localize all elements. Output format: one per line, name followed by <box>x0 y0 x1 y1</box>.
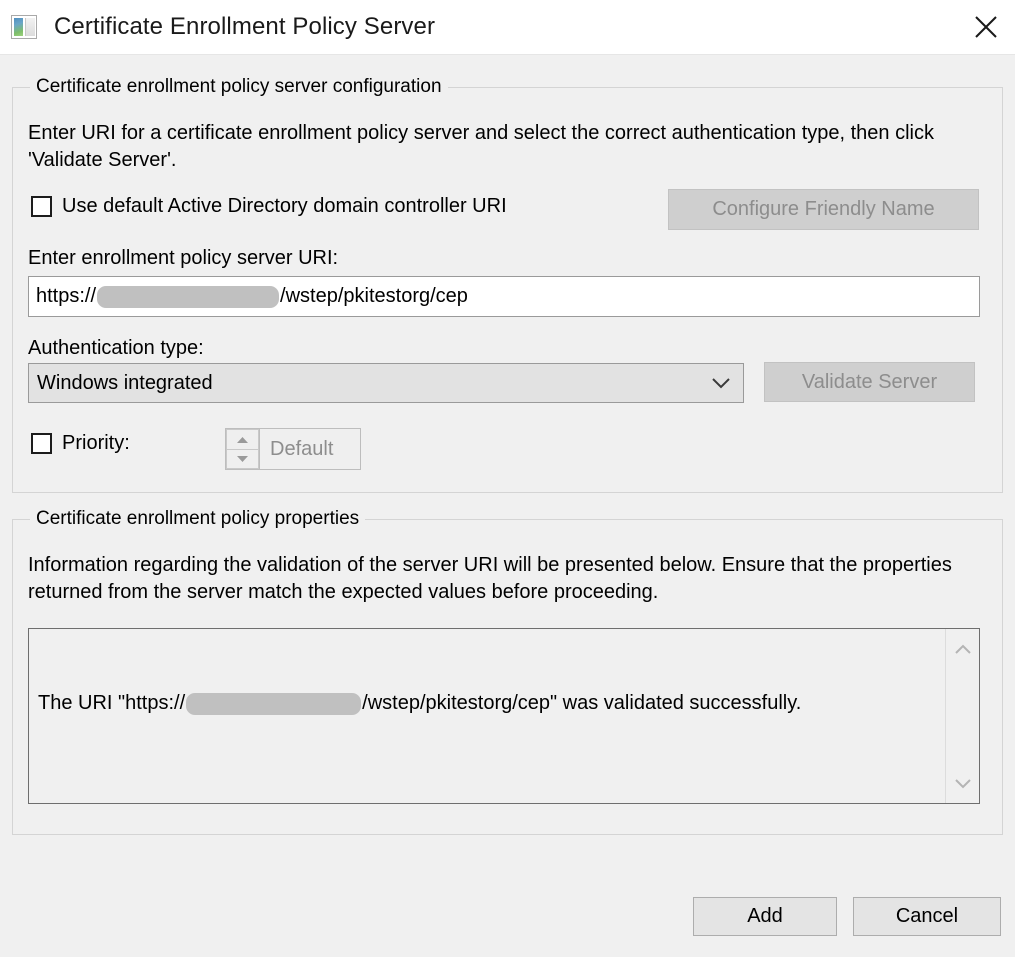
properties-instructions: Information regarding the validation of … <box>28 554 952 603</box>
validation-result-suffix: /wstep/pkitestorg/cep" was validated suc… <box>362 692 802 714</box>
configure-friendly-name-button[interactable]: Configure Friendly Name <box>668 189 979 230</box>
validation-redaction-block <box>186 692 362 715</box>
add-button[interactable]: Add <box>693 897 837 936</box>
uri-suffix: /wstep/pkitestorg/cep <box>280 285 468 307</box>
window-title: Certificate Enrollment Policy Server <box>54 13 436 40</box>
priority-value: Default <box>270 437 334 460</box>
properties-output-text: The URI "https:// /wstep/pkitestorg/cep" … <box>29 629 945 803</box>
use-default-ad-uri-checkbox[interactable]: Use default Active Directory domain cont… <box>31 195 507 217</box>
cancel-button[interactable]: Cancel <box>853 897 1001 936</box>
config-groupbox-legend: Certificate enrollment policy server con… <box>30 77 448 97</box>
stepper-down-icon[interactable] <box>226 449 259 469</box>
authentication-type-value: Windows integrated <box>37 371 213 394</box>
scroll-down-icon[interactable] <box>951 771 975 795</box>
properties-groupbox-legend: Certificate enrollment policy properties <box>30 509 366 529</box>
stepper-up-icon[interactable] <box>226 429 259 449</box>
checkbox-box-icon[interactable] <box>31 195 52 217</box>
use-default-ad-uri-label: Use default Active Directory domain cont… <box>62 195 507 217</box>
chevron-down-icon[interactable] <box>699 364 743 402</box>
properties-output-box[interactable]: The URI "https:// /wstep/pkitestorg/cep" … <box>28 628 980 804</box>
title-bar: Certificate Enrollment Policy Server <box>0 0 1015 55</box>
uri-prefix: https:// <box>36 285 97 307</box>
priority-checkbox[interactable]: Priority: <box>31 432 130 454</box>
close-icon[interactable] <box>957 0 1015 54</box>
validate-server-button[interactable]: Validate Server <box>764 362 975 402</box>
validation-result-line: The URI "https:// /wstep/pkitestorg/cep" … <box>38 690 945 716</box>
priority-stepper-buttons[interactable] <box>226 429 260 469</box>
authentication-type-select[interactable]: Windows integrated <box>28 363 744 403</box>
checkbox-box-icon[interactable] <box>31 432 52 454</box>
priority-stepper[interactable]: Default <box>225 428 361 470</box>
uri-label: Enter enrollment policy server URI: <box>28 247 339 269</box>
enrollment-uri-input[interactable]: https:// /wstep/pkitestorg/cep <box>28 276 980 317</box>
uri-redaction-block <box>97 285 280 308</box>
auth-type-label: Authentication type: <box>28 337 204 359</box>
scroll-up-icon[interactable] <box>951 637 975 661</box>
priority-label: Priority: <box>62 432 130 454</box>
properties-scrollbar[interactable] <box>945 629 979 803</box>
config-instructions: Enter URI for a certificate enrollment p… <box>28 122 934 171</box>
validation-result-prefix: The URI "https:// <box>38 692 186 714</box>
certificate-window-icon <box>11 15 37 39</box>
